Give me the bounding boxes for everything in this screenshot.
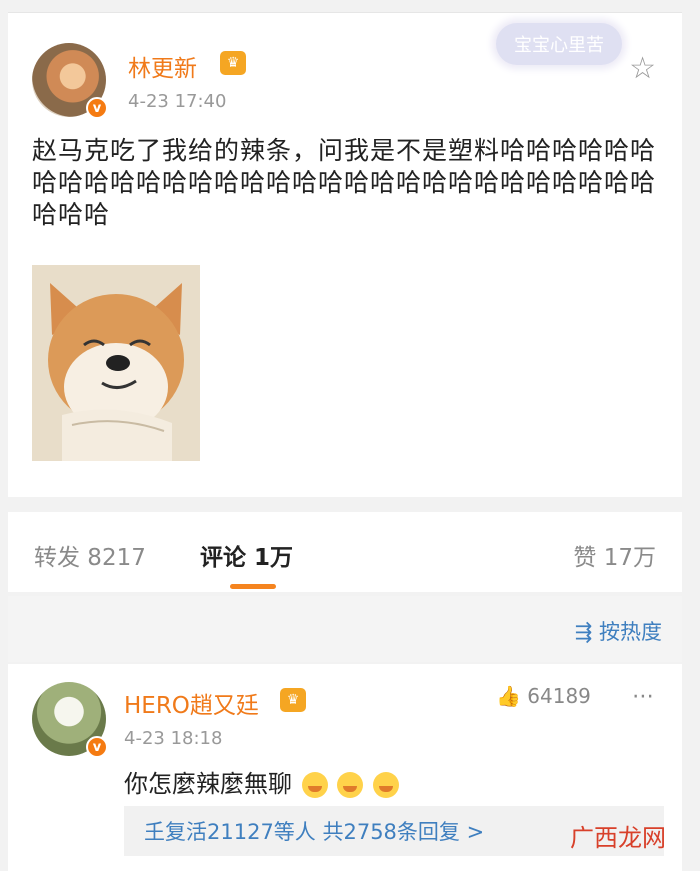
- sticker-decoration: 宝宝心里苦: [496, 23, 622, 65]
- commenter-avatar[interactable]: v: [32, 682, 108, 758]
- vip-crown-icon: ♛: [220, 51, 246, 75]
- star-icon[interactable]: ☆: [629, 51, 656, 86]
- sort-label: 按热度: [599, 620, 662, 644]
- sort-bar: ⇶ 按热度: [8, 596, 682, 662]
- shiba-dog-image[interactable]: [32, 265, 200, 461]
- thumb-up-icon: 👍: [496, 684, 521, 708]
- like-count: 64189: [527, 684, 591, 708]
- active-tab-indicator: [230, 584, 276, 589]
- tab-repost[interactable]: 转发 8217: [34, 538, 146, 572]
- post-text: 赵马克吃了我给的辣条，问我是不是塑料哈哈哈哈哈哈哈哈哈哈哈哈哈哈哈哈哈哈哈哈哈哈…: [32, 136, 657, 229]
- vip-crown-icon: ♛: [280, 688, 306, 712]
- comment-text: 你怎麼辣麼無聊: [124, 764, 399, 799]
- watermark-text: 广西龙网: [570, 824, 666, 852]
- crying-emoji-icon: [372, 772, 399, 798]
- sort-button[interactable]: ⇶ 按热度: [575, 616, 662, 646]
- author-avatar[interactable]: v: [32, 43, 108, 119]
- crying-emoji-icon: [337, 772, 364, 798]
- like-button[interactable]: 👍 64189: [496, 684, 591, 708]
- comment-time: 4-23 18:18: [124, 728, 223, 749]
- tab-like[interactable]: 赞 17万: [573, 538, 656, 572]
- more-icon[interactable]: ⋯: [632, 684, 654, 709]
- comment-text-content: 你怎麼辣麼無聊: [124, 770, 292, 798]
- watermark: 广西龙网: [570, 818, 666, 853]
- tab-comment[interactable]: 评论 1万: [200, 538, 293, 572]
- weibo-post-card: v 林更新 ♛ 4-23 17:40 宝宝心里苦 ☆ 赵马克吃了我给的辣条，问我…: [8, 12, 682, 497]
- crying-emoji-icon: [301, 772, 328, 798]
- author-name[interactable]: 林更新: [128, 49, 197, 83]
- sort-icon: ⇶: [574, 620, 593, 644]
- verified-icon: v: [86, 736, 108, 758]
- verified-icon: v: [86, 97, 108, 119]
- post-time: 4-23 17:40: [128, 91, 227, 112]
- action-tabs: 转发 8217 评论 1万 赞 17万: [8, 512, 682, 592]
- commenter-name[interactable]: HERO趙又廷: [124, 686, 259, 720]
